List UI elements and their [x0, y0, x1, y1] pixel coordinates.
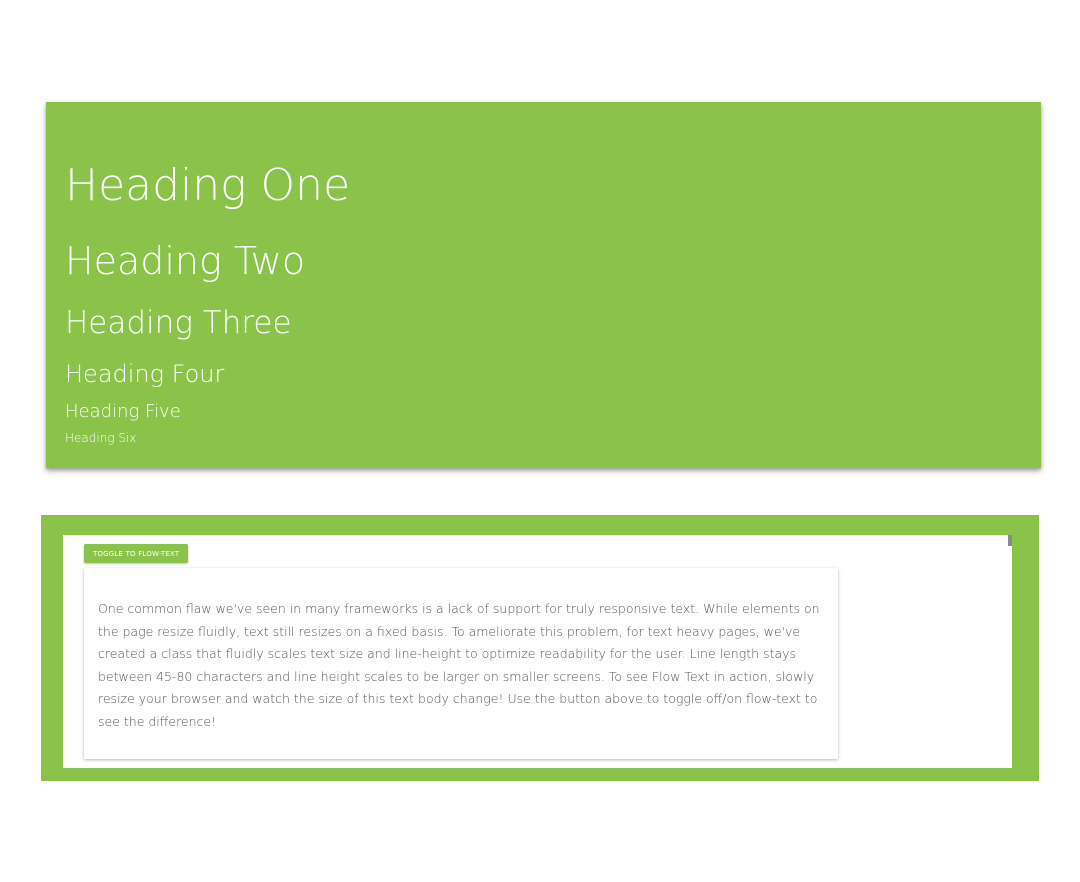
toggle-flow-text-button[interactable]: TOGGLE TO FLOW-TEXT: [84, 544, 189, 563]
flow-text-container[interactable]: TOGGLE TO FLOW-TEXT One common flaw we'v…: [63, 535, 1012, 768]
heading-four: Heading Four: [65, 360, 225, 388]
heading-three: Heading Three: [65, 305, 292, 341]
heading-two: Heading Two: [65, 239, 306, 283]
flow-text-section: TOGGLE TO FLOW-TEXT One common flaw we'v…: [41, 515, 1039, 781]
scrollbar-thumb[interactable]: [1008, 535, 1012, 546]
page: Heading One Heading Two Heading Three He…: [0, 0, 1080, 882]
heading-six: Heading Six: [65, 431, 137, 445]
heading-five: Heading Five: [65, 401, 181, 422]
headings-card: Heading One Heading Two Heading Three He…: [46, 102, 1041, 468]
flow-text-body: One common flaw we've seen in many frame…: [98, 601, 820, 729]
text-card: One common flaw we've seen in many frame…: [84, 568, 838, 759]
heading-one: Heading One: [65, 160, 351, 211]
